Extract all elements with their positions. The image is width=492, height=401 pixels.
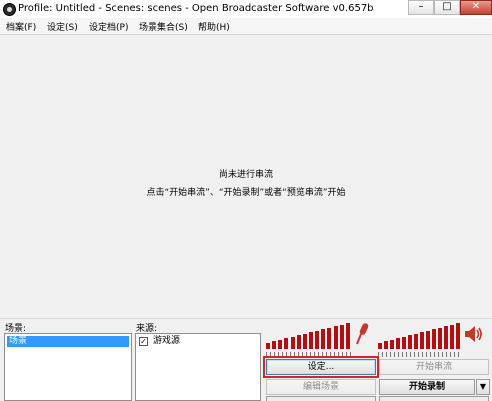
next-button-row-left[interactable] [266, 396, 376, 401]
mic-meter-bar [340, 325, 344, 349]
mic-meter-bar [327, 328, 331, 349]
settings-button[interactable]: 设定... [266, 359, 376, 375]
desktop-meter-bar [426, 331, 430, 349]
maximize-button[interactable]: □ [434, 0, 460, 15]
close-button[interactable]: ✕ [460, 0, 492, 15]
window-title: Profile: Untitled - Scenes: scenes - Ope… [18, 3, 374, 14]
scene-item[interactable]: 场景 [7, 336, 129, 347]
recording-dropdown-button[interactable]: ▼ [476, 379, 490, 395]
mic-meter-bar [315, 331, 319, 349]
menu-bar: 档案(F) 设定(S) 设定档(P) 场景集合(S) 帮助(H) [0, 18, 492, 35]
mic-meter-bar [321, 329, 325, 349]
mic-meter-bar [297, 335, 301, 349]
source-item[interactable]: 游戏源 [151, 336, 182, 347]
mic-meter-bar [272, 341, 276, 349]
desktop-meter-bar [420, 332, 424, 349]
minimize-button[interactable]: – [408, 0, 434, 15]
mic-volume-meter[interactable] [266, 321, 352, 357]
desktop-meter-bar [384, 341, 388, 349]
speaker-icon[interactable] [464, 325, 484, 343]
mic-meter-bar [291, 337, 295, 349]
desktop-volume-meter[interactable] [378, 321, 462, 357]
next-button-row-right[interactable] [379, 396, 489, 401]
desktop-meter-bar [444, 326, 448, 349]
desktop-meter-bar [456, 323, 460, 349]
menu-scene-collection[interactable]: 场景集合(S) [139, 20, 188, 33]
microphone-icon[interactable] [355, 323, 369, 345]
obs-app-icon [3, 3, 16, 16]
stream-hint-text: 点击“开始串流”、“开始录制”或者“预览串流”开始 [146, 188, 346, 198]
menu-file[interactable]: 档案(F) [6, 20, 36, 33]
mic-meter-bar [303, 334, 307, 349]
mic-meter-bar [346, 323, 350, 349]
menu-settings[interactable]: 设定(S) [47, 20, 78, 33]
edit-scene-button[interactable]: 编辑场景 [266, 379, 376, 395]
mic-meter-bar [309, 332, 313, 349]
desktop-meter-bar [438, 328, 442, 349]
desktop-meter-bar [390, 340, 394, 349]
mic-meter-bar [334, 326, 338, 349]
desktop-meter-bar [408, 335, 412, 349]
mic-meter-bar [266, 343, 270, 349]
desktop-meter-bar [378, 343, 382, 349]
start-streaming-button[interactable]: 开始串流 [379, 359, 489, 375]
menu-profile[interactable]: 设定档(P) [89, 20, 128, 33]
stream-status-text: 尚未进行串流 [218, 170, 273, 180]
title-bar: Profile: Untitled - Scenes: scenes - Ope… [0, 0, 492, 19]
sources-list[interactable]: ✓ 游戏源 [135, 333, 261, 401]
mic-meter-bar [284, 338, 288, 349]
scenes-list[interactable]: 场景 [4, 333, 132, 401]
menu-help[interactable]: 帮助(H) [198, 20, 230, 33]
start-recording-button[interactable]: 开始录制 [379, 379, 475, 395]
desktop-meter-bar [402, 337, 406, 349]
desktop-meter-bar [396, 338, 400, 349]
preview-area: 尚未进行串流 点击“开始串流”、“开始录制”或者“预览串流”开始 [0, 35, 492, 318]
panel-divider [0, 318, 492, 319]
source-checkbox[interactable]: ✓ [139, 337, 148, 346]
desktop-meter-bar [432, 329, 436, 349]
desktop-meter-ticks [378, 352, 462, 357]
desktop-meter-bar [414, 334, 418, 349]
mic-meter-bar [278, 340, 282, 349]
desktop-meter-bar [450, 325, 454, 349]
